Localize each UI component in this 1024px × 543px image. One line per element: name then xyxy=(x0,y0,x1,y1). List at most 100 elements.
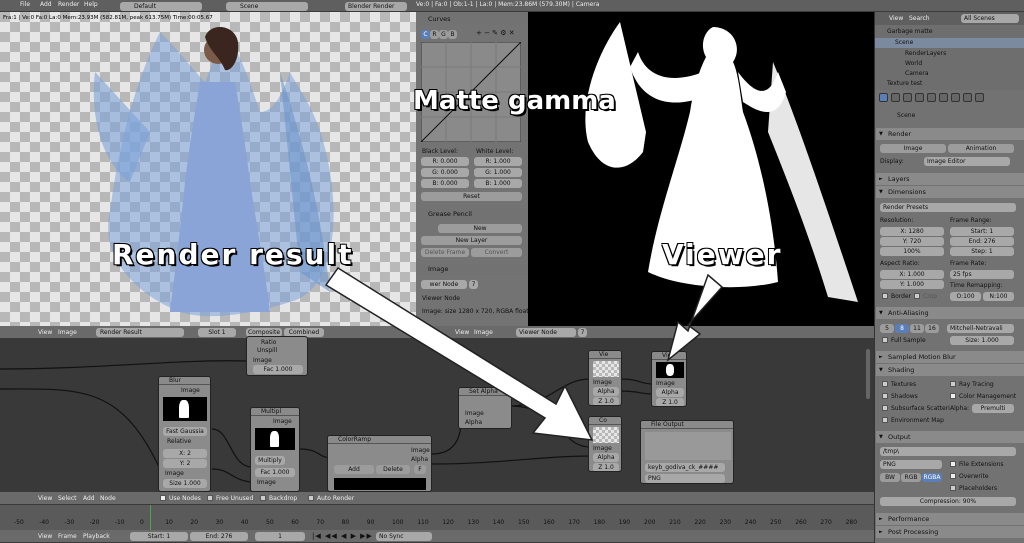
outliner-menu-view[interactable]: View xyxy=(889,15,903,22)
menu-render[interactable]: Render xyxy=(58,1,79,8)
output-section-header[interactable]: Output xyxy=(876,431,1024,443)
delete-frame-button[interactable]: Delete Frame xyxy=(421,248,469,257)
alpha-mode-select[interactable]: Premulti xyxy=(972,404,1014,413)
viewer-users-field[interactable]: 7 xyxy=(578,328,587,337)
constraint-tab-icon[interactable] xyxy=(927,93,936,102)
colorramp-node[interactable]: ColorRamp Image Alpha Add Delete F xyxy=(327,435,432,492)
viewer-node-1[interactable]: Vie Image Alpha Z 1.0 xyxy=(588,350,622,406)
aa-8-button[interactable]: 8 xyxy=(895,324,909,333)
node-menu-add[interactable]: Add xyxy=(83,495,95,502)
menu-file[interactable]: File xyxy=(20,1,30,8)
aa-filter-select[interactable]: Mitchell-Netravali xyxy=(947,324,1014,333)
node-menu-node[interactable]: Node xyxy=(100,495,116,502)
file-output-format-select[interactable]: PNG xyxy=(645,474,725,483)
outliner-item-camera[interactable]: Camera xyxy=(905,70,929,77)
object-tab-icon[interactable] xyxy=(915,93,924,102)
outliner-item-texture-test[interactable]: Texture test xyxy=(887,80,922,87)
res-percent-field[interactable]: 100% xyxy=(880,247,944,256)
composite-z-field[interactable]: Z 1.0 xyxy=(593,463,619,471)
render-presets-select[interactable]: Render Presets xyxy=(880,203,1016,212)
relative-checkbox[interactable]: Relative xyxy=(167,438,191,445)
gp-new-layer-button[interactable]: New Layer xyxy=(421,236,522,245)
ramp-flip-button[interactable]: F xyxy=(414,465,426,474)
compression-slider[interactable]: Compression: 90% xyxy=(880,497,1016,506)
white-g-field[interactable]: G: 1.000 xyxy=(474,168,522,177)
auto-render-checkbox[interactable] xyxy=(308,495,314,501)
crop-checkbox[interactable] xyxy=(914,293,920,299)
tl-menu-view[interactable]: View xyxy=(38,533,52,540)
channel-g-button[interactable]: G xyxy=(439,30,448,39)
aa-11-button[interactable]: 11 xyxy=(910,324,924,333)
blur-y-field[interactable]: Y: 2 xyxy=(163,459,207,468)
frame-start-field[interactable]: Start: 1 xyxy=(950,227,1014,236)
frame-end-field[interactable]: End: 276 xyxy=(950,237,1014,246)
convert-button[interactable]: Convert xyxy=(471,248,522,257)
display-select[interactable]: Image Editor xyxy=(924,157,1010,166)
texture-tab-icon[interactable] xyxy=(963,93,972,102)
free-unused-checkbox[interactable] xyxy=(207,495,213,501)
render-section-header[interactable]: Render xyxy=(876,128,1024,140)
set-alpha-node[interactable]: Set Alpha Image Alpha xyxy=(458,387,512,429)
tl-start-field[interactable]: Start: 1 xyxy=(130,532,188,541)
remap-old-field[interactable]: O:100 xyxy=(950,292,981,301)
outliner-scope-select[interactable]: All Scenes xyxy=(961,14,1019,23)
blur-node[interactable]: Blur Image Fast Gaussia Relative X: 2 Y:… xyxy=(158,376,211,492)
render-image-button[interactable]: Image xyxy=(880,144,946,153)
fps-select[interactable]: 25 fps xyxy=(950,270,1014,279)
menu-help[interactable]: Help xyxy=(84,1,98,8)
render-result-viewport[interactable]: Fra:1 | Ve:0 Fa:0 La:0 Mem:23.93M (582.8… xyxy=(0,12,416,326)
output-path-field[interactable]: /tmp\ xyxy=(880,447,1016,456)
viewer1-alpha-field[interactable]: Alpha xyxy=(593,387,619,396)
frame-step-field[interactable]: Step: 1 xyxy=(950,247,1014,256)
ramp-delete-button[interactable]: Delete xyxy=(376,465,410,474)
aa-5-button[interactable]: 5 xyxy=(880,324,894,333)
engine-select[interactable]: Blender Render xyxy=(345,2,407,11)
blur-x-field[interactable]: X: 2 xyxy=(163,449,207,458)
res-y-field[interactable]: Y: 720 xyxy=(880,237,944,246)
res-x-field[interactable]: X: 1280 xyxy=(880,227,944,236)
overwrite-checkbox[interactable] xyxy=(950,473,956,479)
shading-section-header[interactable]: Shading xyxy=(876,364,1024,376)
aa-16-button[interactable]: 16 xyxy=(925,324,939,333)
composite-node[interactable]: Co Image Alpha Z 1.0 xyxy=(588,416,622,472)
full-sample-checkbox[interactable] xyxy=(882,337,888,343)
aspect-x-field[interactable]: X: 1.000 xyxy=(880,270,944,279)
node-editor-canvas[interactable]: Ratio Unspill Image Fac 1.000 Blur Image… xyxy=(0,336,874,492)
outliner-item-renderlayers[interactable]: RenderLayers xyxy=(905,50,946,57)
tl-current-field[interactable]: 1 xyxy=(255,532,305,541)
channel-r-button[interactable]: R xyxy=(430,30,439,39)
outliner-menu-search[interactable]: Search xyxy=(909,15,930,22)
post-processing-section-header[interactable]: Post Processing xyxy=(876,526,1024,538)
tl-menu-frame[interactable]: Frame xyxy=(58,533,77,540)
img2-menu-image[interactable]: Image xyxy=(474,329,493,336)
black-b-field[interactable]: B: 0.000 xyxy=(421,179,469,188)
gp-new-button[interactable]: New xyxy=(438,224,522,233)
tl-menu-playback[interactable]: Playback xyxy=(83,533,110,540)
particles-tab-icon[interactable] xyxy=(975,93,984,102)
outliner-item-scene[interactable]: Scene xyxy=(895,39,913,46)
file-output-path-field[interactable]: keyb_godiva_ck_#### xyxy=(645,463,725,472)
multiply-node[interactable]: Multipl Image Multiply Fac 1.000 Image xyxy=(250,407,300,492)
slot-select[interactable]: Slot 1 xyxy=(198,328,236,337)
anti-aliasing-section-header[interactable]: Anti-Aliasing xyxy=(876,307,1024,319)
file-extensions-checkbox[interactable] xyxy=(950,461,956,467)
color-ramp-bar[interactable] xyxy=(334,478,426,490)
viewer-node-2[interactable]: Vie Image Alpha Z 1.0 xyxy=(651,351,687,407)
render-animation-button[interactable]: Animation xyxy=(948,144,1014,153)
backdrop-checkbox[interactable] xyxy=(260,495,266,501)
playback-controls[interactable]: |◀ ◀◀ ◀ ▶ ▶▶ ▶| xyxy=(312,532,386,540)
node-menu-select[interactable]: Select xyxy=(58,495,77,502)
shadows-checkbox[interactable] xyxy=(882,393,888,399)
tl-end-field[interactable]: End: 276 xyxy=(190,532,248,541)
modifier-tab-icon[interactable] xyxy=(939,93,948,102)
file-output-node[interactable]: File Output keyb_godiva_ck_#### PNG xyxy=(640,420,734,484)
channel-c-button[interactable]: C xyxy=(421,30,430,39)
placeholders-checkbox[interactable] xyxy=(950,485,956,491)
viewer-node-viewport[interactable] xyxy=(528,12,874,326)
img2-menu-view[interactable]: View xyxy=(455,329,469,336)
aspect-y-field[interactable]: Y: 1.000 xyxy=(880,280,944,289)
scene-select[interactable]: Scene xyxy=(226,2,308,11)
use-nodes-checkbox[interactable] xyxy=(160,495,166,501)
rgb-button[interactable]: RGB xyxy=(901,473,921,482)
textures-checkbox[interactable] xyxy=(882,381,888,387)
